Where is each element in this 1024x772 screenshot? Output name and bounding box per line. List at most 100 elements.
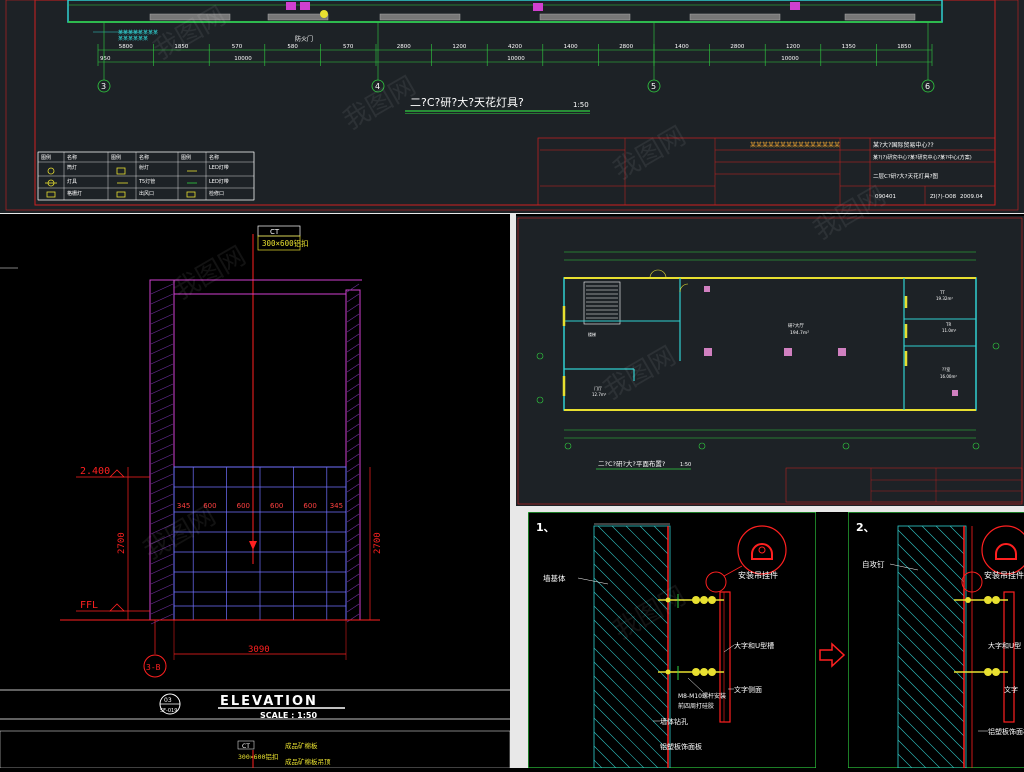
d2-label-hanger: 安装吊挂件 [984,570,1024,580]
ct-label: CT [270,228,280,236]
dimension-value: 2800 [730,44,744,50]
height-left: 2700 [117,532,127,554]
level-bottom: FFL [80,600,98,611]
d1-label-uchannel: 大字和U型槽 [734,641,774,650]
svg-text:某某某某某某: 某某某某某某 [118,36,148,42]
bottom-note1: 成品矿棉板 [285,741,318,750]
legend-table: 图例 名称 图例 名称 图例 名称筒灯 射灯 LED灯带灯具 T5灯管 LED灯带格栅灯 出风口 检修… [37,151,255,201]
legend-cell: LED灯带 [209,178,229,185]
height-right: 2700 [373,532,383,554]
legend-cell: 名称 [139,154,149,161]
legend-cell: 检修口 [209,190,224,197]
floor-plan-scale: 1:50 [680,462,691,468]
legend-cell: 灯具 [67,178,77,185]
detail-2-drawing: 2、 自攻钉 安装吊挂件 大字和U型 文字 铝塑板饰面板 [848,512,1024,768]
room-main: 研?大厅 [788,322,804,329]
title-date: 2009.04 [960,194,983,200]
arrow-right-icon [819,642,846,668]
separator-horizontal [516,506,1024,512]
dimension-value: 2800 [619,44,633,50]
grid-dim-label: 600 [203,502,216,510]
title-code: 某?大?国际贸易中心?? [873,141,934,149]
grid-dim-label: 600 [270,502,283,510]
d1-label-panel: 铝塑板饰面板 [660,742,702,751]
width-dim: 3090 [248,645,270,655]
title-drawing: 二层C?研?大?天花灯具?图 [873,172,939,180]
detail-1-number: 1、 [536,521,555,534]
detail-1-drawing: 1、 安装吊挂件 墙基体 大字和U型槽 文字侧面 M8-M10螺杆安装 前四周打… [528,512,816,768]
dimension-value: 580 [287,44,298,50]
d1-label-hanger: 安装吊挂件 [738,570,778,580]
dimension-value: 1850 [897,44,911,50]
grid-axis-label: 4 [375,82,380,91]
d1-label-glue: 前四周打硅胶 [678,702,714,710]
dimension-value: 1200 [786,44,800,50]
d1-label-bolt: M8-M10螺杆安装 [678,692,726,700]
room-right2-area: 11.0m² [942,328,957,333]
marker-code: 3-B [146,663,161,672]
dimension-value: 5800 [119,44,133,50]
room-right3: ??室 [942,366,950,372]
d1-label-letter: 文字侧面 [734,685,762,694]
room-right1: TT [939,290,945,295]
room-main-area: 194.7m² [790,330,809,336]
floor-plan-panel: 楼梯 研?大厅 194.7m² TT 19.32m² TR 11.0m² ??室… [516,216,1024,506]
grid-dim-label: 345 [177,502,190,510]
legend-cell: 名称 [67,154,77,161]
legend-cell: LED灯带 [209,164,229,171]
dimension-total: 10000 [234,56,252,62]
detail-1-panel: 1、 安装吊挂件 墙基体 大字和U型槽 文字侧面 M8-M10螺杆安装 前四周打… [528,512,816,768]
title-project: 某某某某某某某某某某某某某某某 [750,142,840,149]
dimension-total: 10000 [781,56,799,62]
legend-cell: 出风口 [139,190,154,197]
separator-top [0,213,1024,214]
d2-label-letter: 文字 [1004,685,1018,694]
plan-scale: 1:50 [573,101,589,109]
d2-label-uchannel: 大字和U型 [988,641,1021,650]
flow-arrow [816,640,848,670]
room-left-area: 12.7m² [592,392,607,397]
legend-cell: 图例 [111,154,121,161]
elevation-scale: SCALE : 1:50 [260,711,317,720]
elevation-drawing: CT 300×600铝扣 345 600 600 600 600 345 2.400 FF… [0,225,510,768]
level-top: 2.400 [80,466,110,477]
legend-cell: 格栅灯 [67,190,82,197]
dimension-total: 10000 [507,56,525,62]
elevation-title: ELEVATION [220,694,318,709]
section-code: 03 [164,697,172,704]
grid-axis-label: 3 [101,82,106,91]
floor-plan-drawing: 楼梯 研?大厅 194.7m² TT 19.32m² TR 11.0m² ??室… [517,217,1023,505]
section-ref: SF-019 [160,708,177,714]
dimension-value: 1850 [174,44,188,50]
room-right2: TR [945,322,951,327]
ct-spec: 300×600铝扣 [262,238,309,248]
separator-detail [516,512,528,768]
legend-cell: T5灯管 [138,178,155,185]
detail-2-panel: 2、 自攻钉 安装吊挂件 大字和U型 文字 铝塑板饰面板 [848,512,1024,768]
title-number: 090401 [875,194,896,200]
dimension-left: 950 [100,56,111,62]
legend-cell: 图例 [41,154,51,161]
dimension-value: 1400 [675,44,689,50]
grid-dim-label: 600 [237,502,250,510]
dimension-value: 570 [232,44,243,50]
legend-cell: 筒灯 [67,164,77,171]
bottom-note2: 成品矿棉板吊顶 [285,757,331,766]
room-right3-area: 16.00m² [940,374,957,379]
dimension-value: 1200 [452,44,466,50]
grid-axis-label: 6 [925,82,930,91]
ceiling-plan-drawing: 防火门 某某某某某某某某 某某某某某某 5800 1850 570 580 570 280… [5,0,1019,211]
d2-label-screw: 自攻钉 [862,559,885,569]
elevation-panel: CT 300×600铝扣 345 600 600 600 600 345 2.400 FF… [0,214,510,768]
bottom-spec: 300×600铝扣 [238,752,278,761]
dimension-value: 1350 [842,44,856,50]
grid-dim-label: 345 [330,502,343,510]
d2-label-panel: 铝塑板饰面板 [988,727,1024,736]
title-subtitle: 某?(?)研究中心?某?研究中心?某?中心(方案) [873,154,972,161]
room-left: 门厅 [594,385,602,391]
d1-label-drill: 墙体钻孔 [660,717,688,726]
floor-plan-title: 二?C?研?大?平面布置? [598,459,665,468]
door-note: 防火门 [295,35,313,43]
legend-cell: 射灯 [139,164,149,171]
dimension-value: 2800 [397,44,411,50]
